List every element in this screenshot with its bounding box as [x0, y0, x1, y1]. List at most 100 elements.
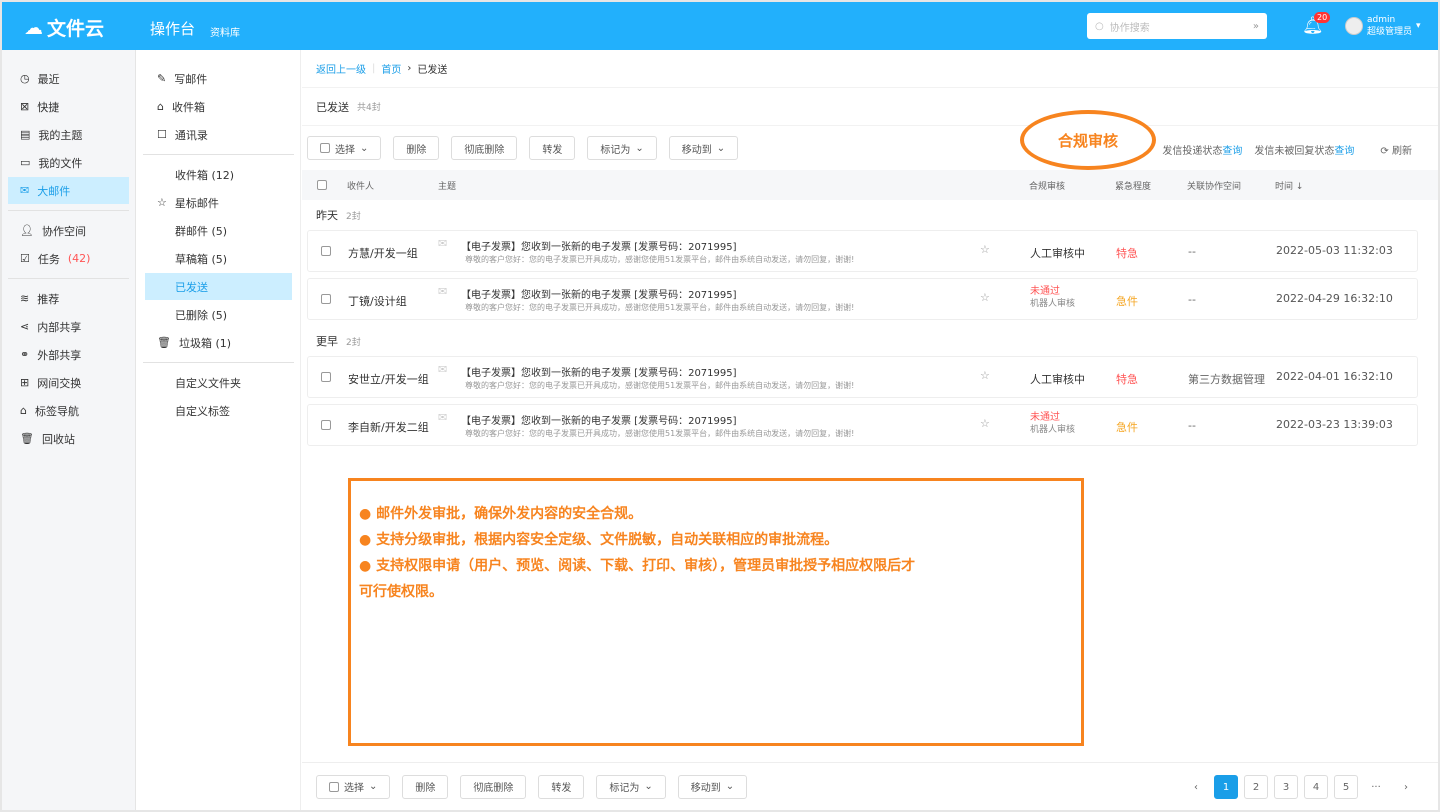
table-row[interactable]: 李自新/开发二组✉【电子发票】您收到一张新的电子发票 [发票号码：2071995…: [307, 404, 1418, 446]
select-dropdown[interactable]: 选择⌄: [307, 136, 381, 160]
row-checkbox[interactable]: [321, 372, 331, 382]
delivery-query-link[interactable]: 查询: [1222, 146, 1242, 157]
purge-button[interactable]: 彻底删除: [451, 136, 517, 160]
sidebar-item-exchange[interactable]: ⊞网间交换: [8, 369, 129, 396]
move-dropdown[interactable]: 移动到⌄: [669, 136, 738, 160]
divider: [143, 362, 294, 363]
refresh-icon: ⟳: [1380, 146, 1388, 157]
shortcut-icon: ⊠: [20, 100, 29, 113]
notification-badge: 20: [1314, 12, 1330, 23]
sidebar-item-user[interactable]: 👤︎协作空间: [8, 217, 129, 244]
logo[interactable]: ☁文件云: [24, 14, 104, 41]
select-dropdown-bottom[interactable]: 选择⌄: [316, 775, 390, 799]
row-checkbox[interactable]: [321, 246, 331, 256]
sidebar-item-clock[interactable]: ◷最近: [8, 65, 129, 92]
mail-nav-icon: ✎: [157, 72, 166, 85]
sidebar-item-layers[interactable]: ≋推荐: [8, 285, 129, 312]
checkbox[interactable]: [329, 782, 339, 792]
envelope-icon: ✉: [438, 363, 447, 376]
prev-page-button[interactable]: ‹: [1184, 775, 1208, 799]
mail-folder-item[interactable]: 草稿箱 (5): [145, 245, 292, 272]
double-chevron-icon[interactable]: »: [1253, 21, 1259, 32]
checkbox[interactable]: [320, 143, 330, 153]
star-icon[interactable]: ☆: [980, 369, 990, 382]
user-menu[interactable]: admin超级管理员▾: [1345, 14, 1421, 38]
star-icon[interactable]: ☆: [980, 291, 990, 304]
table-row[interactable]: 方慧/开发一组✉【电子发票】您收到一张新的电子发票 [发票号码：2071995]…: [307, 230, 1418, 272]
sidebar-item-folder[interactable]: ▭我的文件: [8, 149, 129, 176]
divider: [8, 278, 129, 279]
page-button[interactable]: 4: [1304, 775, 1328, 799]
page-button[interactable]: 5: [1334, 775, 1358, 799]
pagination: ‹12345···›: [1184, 775, 1418, 799]
sidebar-item-mail[interactable]: ✉大邮件: [8, 177, 129, 204]
share-icon: ⋖: [20, 320, 29, 333]
user-icon: 👤︎: [20, 224, 34, 237]
mail-nav-icon: ⌂: [157, 100, 164, 113]
next-page-button[interactable]: ›: [1394, 775, 1418, 799]
select-all-checkbox[interactable]: [317, 180, 327, 190]
breadcrumb: 返回上一级| 首页› 已发送: [302, 50, 1438, 88]
top-bar: ☁文件云 操作台 资料库 ○协作搜索» 🔔︎ 20 admin超级管理员▾: [2, 2, 1438, 50]
mail-folder-item[interactable]: ☆星标邮件: [145, 189, 292, 216]
sidebar-item-task[interactable]: ☑任务(42): [8, 245, 129, 272]
mail-folder-item[interactable]: 群邮件 (5): [145, 217, 292, 244]
mark-dropdown-bottom[interactable]: 标记为⌄: [596, 775, 665, 799]
table-row[interactable]: 安世立/开发一组✉【电子发票】您收到一张新的电子发票 [发票号码：2071995…: [307, 356, 1418, 398]
urgency-badge: 急件: [1116, 293, 1138, 309]
sidebar-item-trash[interactable]: 🗑回收站: [8, 425, 129, 452]
mail-nav-item[interactable]: ✎写邮件: [145, 65, 292, 92]
mail-folder-item[interactable]: 已删除 (5): [145, 301, 292, 328]
page-button[interactable]: 3: [1274, 775, 1298, 799]
sidebar-item-tag[interactable]: ⌂标签导航: [8, 397, 129, 424]
purge-button-bottom[interactable]: 彻底删除: [460, 775, 526, 799]
row-checkbox[interactable]: [321, 294, 331, 304]
page-button[interactable]: 1: [1214, 775, 1238, 799]
star-icon[interactable]: ☆: [980, 243, 990, 256]
table-row[interactable]: 丁镜/设计组✉【电子发票】您收到一张新的电子发票 [发票号码：2071995]尊…: [307, 278, 1418, 320]
delete-button-bottom[interactable]: 删除: [402, 775, 448, 799]
mark-dropdown[interactable]: 标记为⌄: [587, 136, 656, 160]
sidebar-item-link[interactable]: ⚭外部共享: [8, 341, 129, 368]
audit-callout-bubble: 合规审核: [1020, 110, 1156, 170]
envelope-icon: ✉: [438, 285, 447, 298]
layers-icon: ≋: [20, 292, 29, 305]
sidebar-item-topic[interactable]: ▤我的主题: [8, 121, 129, 148]
home-link[interactable]: 首页: [381, 61, 401, 76]
clock-icon: ◷: [20, 72, 30, 85]
mail-folder-item[interactable]: 自定义标签: [145, 397, 292, 424]
mail-nav-item[interactable]: ☐通讯录: [145, 121, 292, 148]
forward-button[interactable]: 转发: [529, 136, 575, 160]
move-dropdown-bottom[interactable]: 移动到⌄: [678, 775, 747, 799]
forward-button-bottom[interactable]: 转发: [538, 775, 584, 799]
mail-folder-item[interactable]: 🗑垃圾箱 (1): [145, 329, 292, 356]
mail-nav-item[interactable]: ⌂收件箱: [145, 93, 292, 120]
bottom-toolbar: 选择⌄ 删除 彻底删除 转发 标记为⌄ 移动到⌄ ‹12345···›: [302, 762, 1438, 810]
date-group-header: 更早2封: [302, 326, 1438, 356]
folder-icon: ☆: [157, 196, 167, 209]
refresh-button[interactable]: ⟳ 刷新: [1380, 142, 1412, 157]
search-input[interactable]: ○协作搜索»: [1087, 13, 1267, 39]
avatar: [1345, 17, 1363, 35]
sidebar-item-share[interactable]: ⋖内部共享: [8, 313, 129, 340]
row-checkbox[interactable]: [321, 420, 331, 430]
nav-workbench[interactable]: 操作台: [150, 18, 195, 39]
back-link[interactable]: 返回上一级: [316, 61, 366, 76]
sidebar-item-shortcut[interactable]: ⊠快捷: [8, 93, 129, 120]
link-icon: ⚭: [20, 348, 29, 361]
breadcrumb-current: 已发送: [417, 61, 447, 76]
mail-folder-item[interactable]: 收件箱 (12): [145, 161, 292, 188]
mail-folder-item[interactable]: 已发送: [145, 273, 292, 300]
sort-time[interactable]: 时间 ↓: [1275, 179, 1303, 192]
delete-button[interactable]: 删除: [393, 136, 439, 160]
reply-query-link[interactable]: 查询: [1334, 146, 1354, 157]
mail-folder-item[interactable]: 自定义文件夹: [145, 369, 292, 396]
page-button[interactable]: 2: [1244, 775, 1268, 799]
tag-icon: ⌂: [20, 404, 27, 417]
mail-groups: 昨天2封方慧/开发一组✉【电子发票】您收到一张新的电子发票 [发票号码：2071…: [302, 200, 1438, 446]
divider: [143, 154, 294, 155]
table-header: 收件人 主题 合规审核 紧急程度 关联协作空间 时间 ↓: [302, 170, 1438, 200]
star-icon[interactable]: ☆: [980, 417, 990, 430]
nav-library[interactable]: 资料库: [210, 24, 240, 39]
exchange-icon: ⊞: [20, 376, 29, 389]
